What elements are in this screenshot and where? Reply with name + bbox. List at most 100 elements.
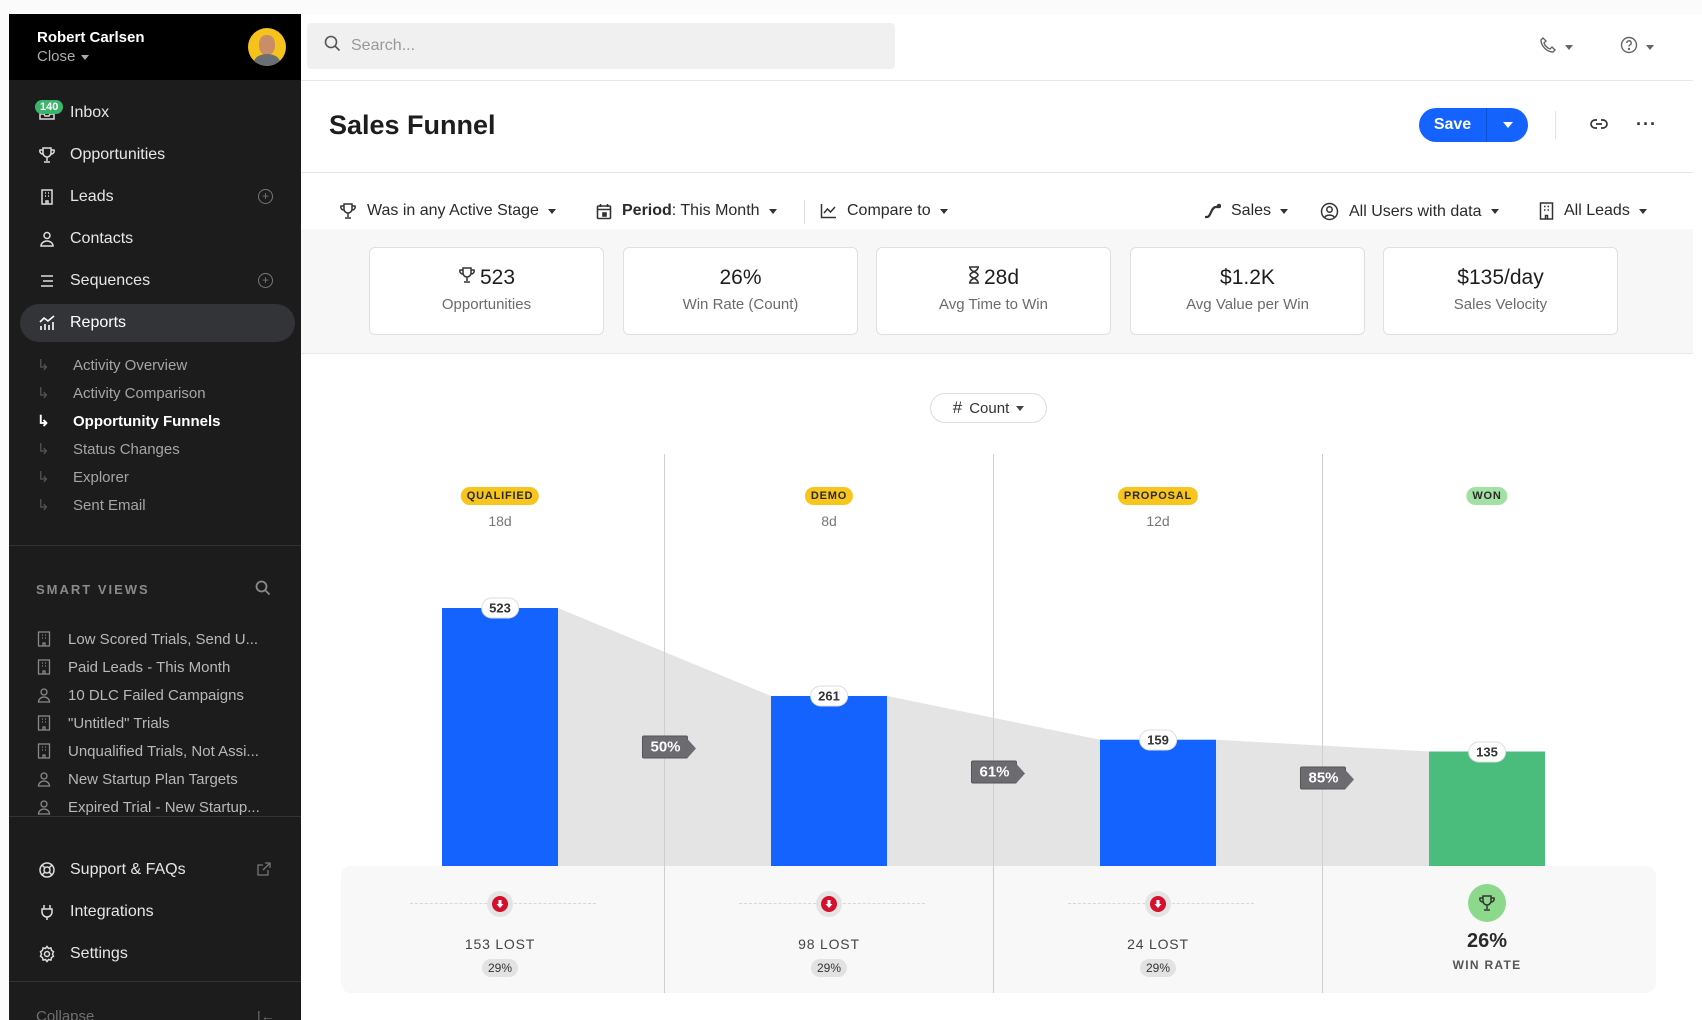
sidebar-item-label: Opportunities xyxy=(70,146,166,163)
bar-value-label: 135 xyxy=(1468,741,1506,763)
smart-view-item[interactable]: Low Scored Trials, Send U... xyxy=(36,626,258,652)
building-icon xyxy=(36,715,52,731)
smart-views-list[interactable]: Low Scored Trials, Send U... Paid Leads … xyxy=(9,614,301,816)
pipeline-filter[interactable]: Sales xyxy=(1203,202,1289,220)
header-divider xyxy=(301,172,1693,173)
smart-view-label: Expired Trial - New Startup... xyxy=(68,798,260,816)
smart-views-search-icon[interactable] xyxy=(255,580,271,601)
bar-value-label: 159 xyxy=(1139,729,1177,751)
smart-view-item[interactable]: Unqualified Trials, Not Assi... xyxy=(36,738,259,764)
bar-value-label: 261 xyxy=(810,685,848,707)
users-filter[interactable]: All Users with data xyxy=(1320,202,1499,221)
chevron-down-icon xyxy=(768,208,777,214)
stage-filter[interactable]: Was in any Active Stage xyxy=(339,202,556,220)
avatar[interactable] xyxy=(248,28,286,66)
smart-view-item[interactable]: Expired Trial - New Startup... xyxy=(36,794,260,816)
chevron-down-icon xyxy=(547,208,556,214)
smart-view-item[interactable]: "Untitled" Trials xyxy=(36,710,170,736)
sidebar-item-reports[interactable]: Reports xyxy=(20,304,295,342)
smart-view-label: Low Scored Trials, Send U... xyxy=(68,630,259,648)
funnel-chart: QUALIFIED 18d 523 DEMO 8d 261 PROPOSAL 12d 159 WO… xyxy=(301,454,1693,994)
period-filter[interactable]: Period: This Month xyxy=(596,202,777,220)
stage-tag: QUALIFIED xyxy=(460,487,540,505)
smart-view-label: New Startup Plan Targets xyxy=(68,770,238,788)
sidebar-item-sequences[interactable]: Sequences + xyxy=(20,262,295,300)
lost-arrow-icon xyxy=(1145,891,1171,917)
help-menu[interactable] xyxy=(1620,36,1654,59)
chevron-down-icon xyxy=(1016,405,1025,411)
period-filter-label: Period xyxy=(622,202,672,219)
sidebar-subitem-sent-email[interactable]: ↳ Sent Email xyxy=(37,492,146,518)
smart-view-item[interactable]: 10 DLC Failed Campaigns xyxy=(36,682,244,708)
trophy-icon xyxy=(458,266,476,290)
building-icon xyxy=(36,631,52,647)
save-button[interactable]: Save xyxy=(1419,108,1487,142)
sidebar-item-contacts[interactable]: Contacts xyxy=(20,220,295,258)
bar-value-label: 523 xyxy=(481,597,519,619)
funnel-bar-qualified xyxy=(442,608,558,866)
help-icon xyxy=(1620,36,1638,59)
conversion-rate-tag: 85% xyxy=(1299,766,1354,790)
lost-count: 98 LOST xyxy=(798,936,860,952)
sidebar-subitem-status-changes[interactable]: ↳ Status Changes xyxy=(37,436,180,462)
smart-view-label: Unqualified Trials, Not Assi... xyxy=(68,742,259,760)
person-icon xyxy=(36,687,52,703)
lost-count: 153 LOST xyxy=(464,936,536,952)
kpi-label: Sales Velocity xyxy=(1453,296,1548,313)
account-switcher[interactable]: Robert Carlsen Close xyxy=(9,14,301,80)
org-selector[interactable]: Close xyxy=(37,48,90,65)
filter-divider xyxy=(804,200,805,224)
users-filter-label: All Users with data xyxy=(1349,202,1482,220)
lost-summary: 98 LOST 29% xyxy=(669,866,989,993)
trophy-icon xyxy=(339,202,357,220)
search-input[interactable] xyxy=(351,37,871,55)
smart-view-item[interactable]: Paid Leads - This Month xyxy=(36,654,230,680)
sidebar-item-opportunities[interactable]: Opportunities xyxy=(20,136,295,174)
collapse-sidebar-button[interactable]: Collapse xyxy=(36,1008,94,1020)
add-lead-icon[interactable]: + xyxy=(258,189,273,204)
global-search[interactable] xyxy=(307,23,895,69)
sidebar-item-support[interactable]: Support & FAQs xyxy=(20,851,295,889)
collapse-icon[interactable]: |← xyxy=(257,1008,275,1020)
sidebar-subitem-label: Opportunity Funnels xyxy=(73,412,221,430)
sidebar-item-label: Support & FAQs xyxy=(70,861,186,878)
building-icon xyxy=(1539,202,1554,220)
sidebar-subitem-activity-overview[interactable]: ↳ Activity Overview xyxy=(37,352,187,378)
smart-view-item[interactable]: New Startup Plan Targets xyxy=(36,766,238,792)
sidebar-subitem-label: Activity Overview xyxy=(73,356,188,374)
sidebar-item-label: Contacts xyxy=(70,230,134,247)
chevron-down-icon xyxy=(81,54,90,60)
metric-selector[interactable]: # Count xyxy=(930,393,1047,423)
compare-filter[interactable]: Compare to xyxy=(820,202,948,220)
sub-arrow-icon: ↳ xyxy=(37,497,50,514)
save-options-button[interactable] xyxy=(1487,108,1528,142)
sidebar-item-settings[interactable]: Settings xyxy=(20,935,295,973)
building-icon xyxy=(36,659,52,675)
lost-summary: 24 LOST 29% xyxy=(998,866,1318,993)
copy-link-button[interactable] xyxy=(1589,114,1609,139)
sequences-icon xyxy=(37,271,57,291)
sidebar-item-integrations[interactable]: Integrations xyxy=(20,893,295,931)
sidebar-item-label: Leads xyxy=(70,188,114,205)
page-title: Sales Funnel xyxy=(329,110,496,140)
sidebar-subitem-activity-comparison[interactable]: ↳ Activity Comparison xyxy=(37,380,206,406)
pipeline-filter-label: Sales xyxy=(1231,202,1272,219)
lost-arrow-icon xyxy=(816,891,842,917)
phone-menu[interactable] xyxy=(1539,36,1573,59)
sidebar-item-leads[interactable]: Leads + xyxy=(20,178,295,216)
sidebar-item-inbox[interactable]: Inbox xyxy=(20,94,295,132)
kpi-card-avg-time-to-win: 28d Avg Time to Win xyxy=(876,247,1111,335)
conversion-rate-tag: 50% xyxy=(641,735,696,759)
sidebar-subitem-explorer[interactable]: ↳ Explorer xyxy=(37,464,129,490)
sidebar: Robert Carlsen Close 140 Inbox Opportuni… xyxy=(9,14,301,1020)
support-icon xyxy=(37,860,57,880)
leads-filter[interactable]: All Leads xyxy=(1539,202,1647,220)
sidebar-subitem-opportunity-funnels[interactable]: ↳ Opportunity Funnels xyxy=(37,408,221,434)
stage-tag: PROPOSAL xyxy=(1117,487,1199,505)
sub-arrow-icon: ↳ xyxy=(37,413,50,430)
leads-filter-label: All Leads xyxy=(1564,202,1630,219)
external-link-icon xyxy=(257,862,271,881)
chevron-down-icon xyxy=(1646,45,1654,50)
more-options-button[interactable]: ··· xyxy=(1636,114,1657,135)
add-sequence-icon[interactable]: + xyxy=(258,273,273,288)
